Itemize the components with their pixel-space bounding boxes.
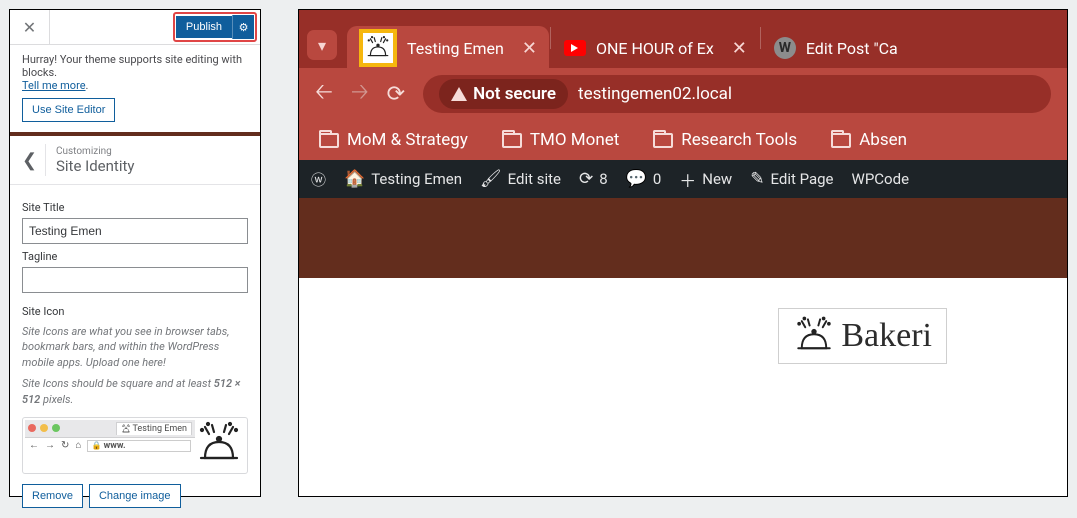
close-tab-icon[interactable]: ✕ [522,38,537,59]
site-icon-help-2: Site Icons should be square and at least… [22,376,248,407]
bookmark-mom-strategy[interactable]: MoM & Strategy [319,130,468,150]
traffic-light-red-icon [28,424,36,432]
customizing-label: Customizing [56,146,134,157]
publish-highlight: Publish ⚙ [173,12,257,42]
bookmark-research-tools[interactable]: Research Tools [653,130,797,150]
notice-text: Hurray! Your theme supports site editing… [22,53,242,79]
site-icon-preview: Testing Emen ← → ↻ ⌂ 🔒 www. [22,417,248,474]
header-band [299,198,1067,278]
close-customizer-button[interactable]: ✕ [10,10,50,44]
tab-strip: ▾ Testing Emen ✕ ONE HOUR of Ex ✕ W Edit… [299,10,1067,68]
updates-link[interactable]: ⟳8 [579,169,608,189]
comment-icon: 💬 [626,169,647,189]
traffic-light-green-icon [52,424,60,432]
tab-youtube[interactable]: ONE HOUR of Ex ✕ [552,26,759,68]
bookmark-tmo-monet[interactable]: TMO Monet [502,130,619,150]
wp-customizer-panel: ✕ Publish ⚙ Hurray! Your theme supports … [9,9,261,497]
plus-icon: ＋ [679,167,696,192]
address-bar[interactable]: Not secure testingemen02.local [423,75,1051,113]
site-icon-image [195,420,245,471]
mock-back-icon: ← [29,440,39,451]
site-logo: Bakeri [778,308,947,364]
url-text: testingemen02.local [578,84,732,104]
tab-label: Edit Post "Ca [806,39,898,58]
tab-label: Testing Emen [407,39,504,58]
tab-edit-post[interactable]: W Edit Post "Ca [762,26,910,68]
publish-settings-gear-icon[interactable]: ⚙ [232,15,254,39]
favicon-highlight [359,29,397,67]
tab-label: ONE HOUR of Ex [596,39,714,58]
edit-page-link[interactable]: ✎Edit Page [750,169,833,189]
site-icon-label: Site Icon [22,305,248,318]
pencil-icon: ✎ [750,169,764,189]
mock-tab: Testing Emen [116,422,193,435]
browser-window: ▾ Testing Emen ✕ ONE HOUR of Ex ✕ W Edit… [298,9,1068,497]
warning-icon [451,87,467,101]
tell-me-more-link[interactable]: Tell me more [22,79,86,92]
not-secure-label: Not secure [473,84,556,104]
mock-fwd-icon: → [45,440,55,451]
section-title: Site Identity [56,157,134,175]
site-title-label: Site Title [22,201,248,214]
bell-favicon-icon [365,35,391,61]
new-content-link[interactable]: ＋New [679,167,732,192]
wpcode-link[interactable]: WPCode [852,170,910,188]
browser-toolbar: 🡠 🡢 ⟳ Not secure testingemen02.local [299,68,1067,120]
forward-button[interactable]: 🡢 [351,75,369,113]
mock-browser: Testing Emen ← → ↻ ⌂ 🔒 www. [25,420,195,471]
mock-url-text: www. [104,441,126,451]
tagline-label: Tagline [22,250,248,263]
logo-text: Bakeri [841,317,932,355]
section-header: ❮ Customizing Site Identity [10,136,260,185]
tab-separator [550,27,551,49]
customizer-body: Site Title Tagline Site Icon Site Icons … [10,185,260,518]
publish-button[interactable]: Publish [176,16,232,38]
youtube-icon [564,40,586,56]
folder-icon [831,133,851,148]
folder-icon [502,133,522,148]
site-title-input[interactable] [22,218,248,244]
back-button[interactable]: 🡠 [315,75,333,113]
mock-reload-icon: ↻ [61,440,69,451]
change-image-button[interactable]: Change image [89,484,181,508]
remove-icon-button[interactable]: Remove [22,484,83,508]
wp-logo-icon[interactable]: ⓦ [311,169,326,190]
tab-testing-emen[interactable]: Testing Emen ✕ [347,26,549,68]
tab-separator [760,27,761,49]
tagline-input[interactable] [22,267,248,293]
close-tab-icon[interactable]: ✕ [732,38,747,59]
traffic-light-yellow-icon [40,424,48,432]
bell-logo-icon [793,315,835,357]
speedometer-icon: 🏠 [344,169,365,189]
mock-home-icon: ⌂ [75,440,81,451]
folder-icon [319,133,339,148]
site-icon-help-1: Site Icons are what you see in browser t… [22,324,248,370]
mock-favicon-icon [121,424,131,434]
use-site-editor-button[interactable]: Use Site Editor [22,98,115,122]
site-name-link[interactable]: 🏠Testing Emen [344,169,462,189]
comments-link[interactable]: 💬0 [626,169,662,189]
edit-site-link[interactable]: 🖌Edit site [480,169,561,189]
back-button[interactable]: ❮ [14,144,46,176]
customizer-topbar: ✕ Publish ⚙ [10,10,260,45]
wp-admin-bar: ⓦ 🏠Testing Emen 🖌Edit site ⟳8 💬0 ＋New ✎E… [299,160,1067,198]
globe-icon: W [774,37,796,59]
folder-icon [653,133,673,148]
tab-search-button[interactable]: ▾ [307,30,337,60]
content-area: Bakeri [299,278,1067,496]
fse-notice: Hurray! Your theme supports site editing… [10,45,260,136]
bookmark-absen[interactable]: Absen [831,130,907,150]
brush-icon: 🖌 [480,169,502,189]
bookmarks-bar: MoM & Strategy TMO Monet Research Tools … [299,120,1067,160]
page-viewport: Bakeri [299,198,1067,496]
update-icon: ⟳ [579,169,593,189]
security-chip[interactable]: Not secure [439,79,568,109]
reload-button[interactable]: ⟳ [387,82,405,107]
